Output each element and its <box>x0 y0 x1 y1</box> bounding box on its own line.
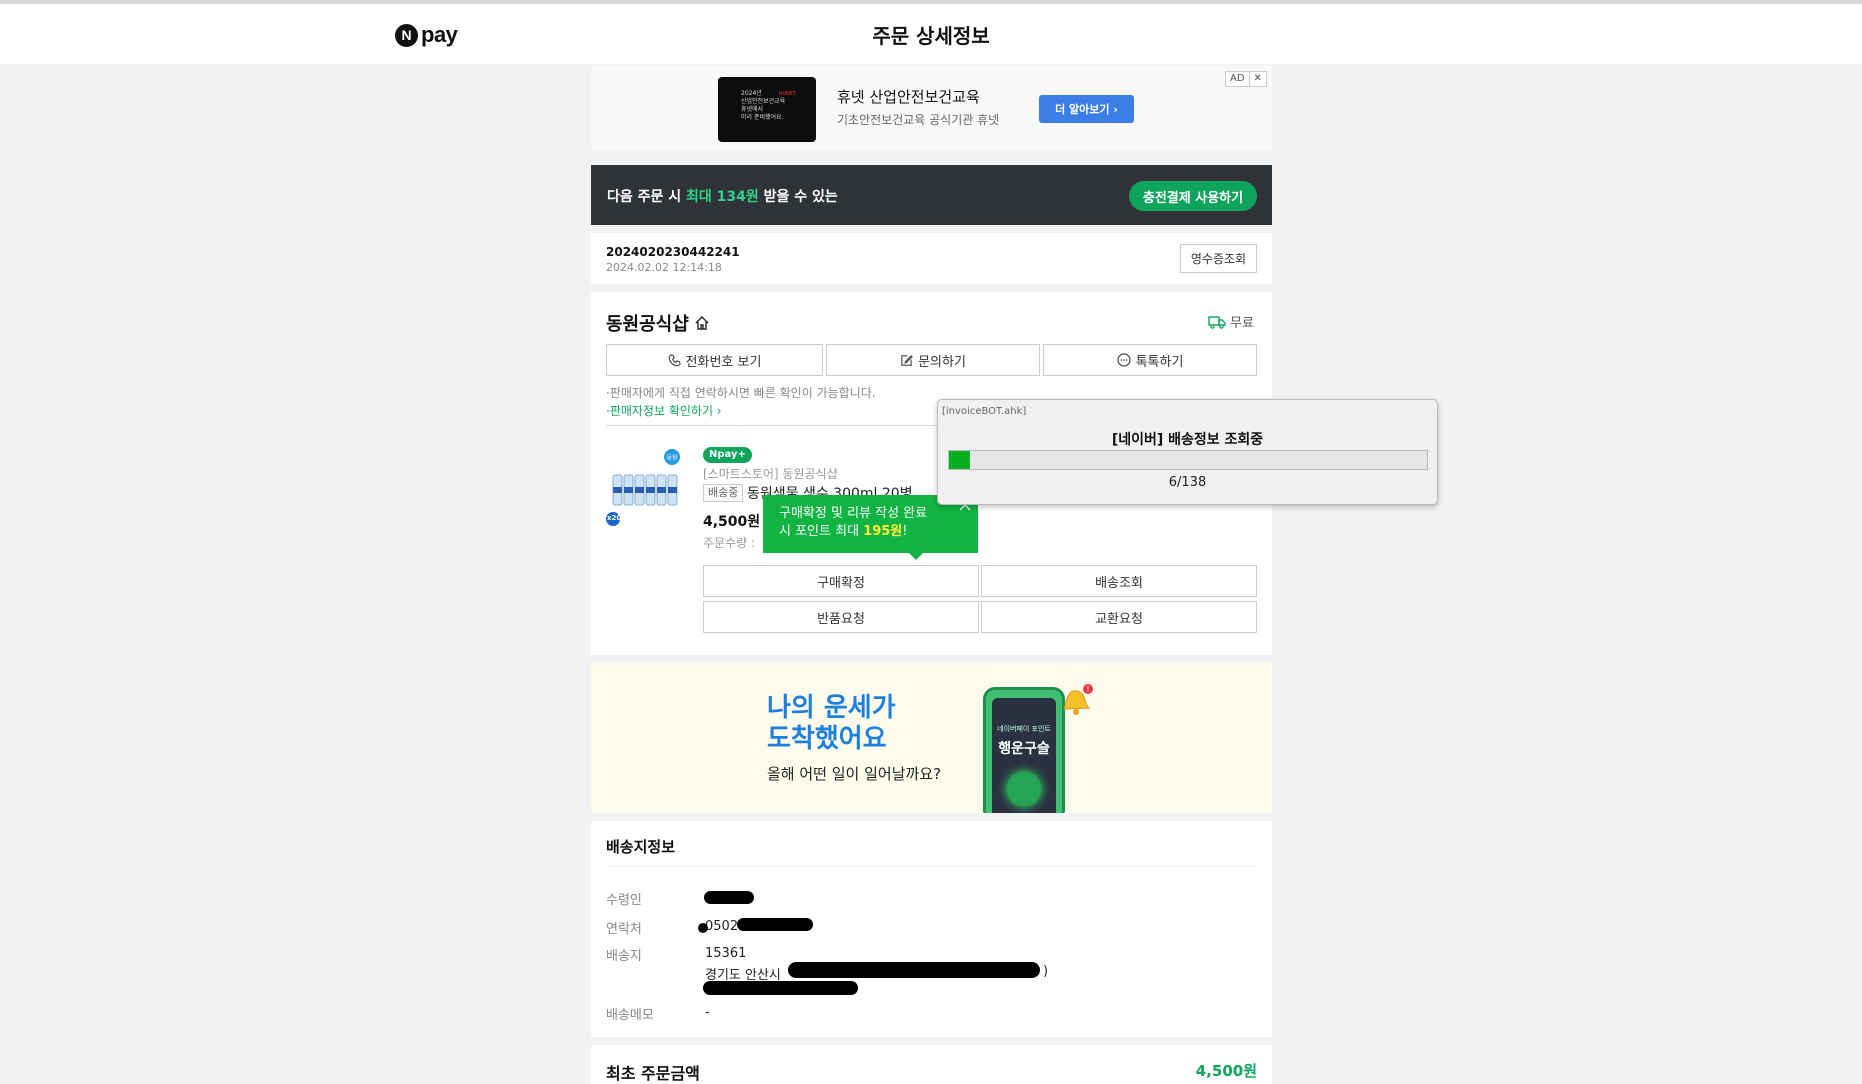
memo-label: 배송메모 <box>606 1008 654 1023</box>
promo-text-after: 받을 수 있는 <box>758 189 838 205</box>
banner-headline: 나의 운세가 도착했어요 <box>767 693 896 755</box>
tooltip-line2-after: ! <box>902 524 908 539</box>
npay-plus-badge: Npay+ <box>703 447 752 463</box>
redacted-mark <box>698 923 708 933</box>
phone-caption: 네이버페이 포인트 <box>997 725 1051 733</box>
chat-icon <box>1116 353 1131 367</box>
ad-learn-more-button[interactable]: 더 알아보기 › <box>1039 95 1134 123</box>
tooltip-line2: 시 포인트 최대 195원! <box>779 523 978 541</box>
ad-close-icon[interactable]: ✕ <box>1248 72 1266 86</box>
ad-thumb-line: 미리 준비했어요. <box>741 114 784 121</box>
confirm-purchase-button[interactable]: 구매확정 <box>703 565 979 597</box>
total-label: 최초 주문금액 <box>606 1064 700 1083</box>
talk-label: 톡톡하기 <box>1135 354 1184 370</box>
phone-label: 연락처 <box>606 922 642 937</box>
inquiry-label: 문의하기 <box>918 354 966 370</box>
redacted-address <box>788 962 1040 978</box>
ad-thumb-line: 산업안전보건교육 <box>741 98 786 105</box>
page-title: 주문 상세정보 <box>872 24 990 48</box>
memo-value: - <box>705 1005 710 1020</box>
phone-number-button[interactable]: 전화번호 보기 <box>606 344 823 376</box>
phone-value: 0502 <box>705 919 739 934</box>
shipping-title: 배송지정보 <box>606 838 676 856</box>
svg-text:동원: 동원 <box>666 454 677 462</box>
shipping-fee: 무료 <box>1208 312 1254 331</box>
popup-window-title: [invoiceBOT.ahk] <box>942 406 1027 417</box>
phone-number-label: 전화번호 보기 <box>685 354 762 370</box>
ad-thumb-line: 휴넷에서 <box>741 106 764 113</box>
seller-info-link[interactable]: ·판매자정보 확인하기 › <box>606 402 722 419</box>
shipping-fee-label: 무료 <box>1230 316 1254 331</box>
zip-code: 15361 <box>705 946 747 961</box>
divider <box>606 866 1257 867</box>
promo-text-before: 다음 주문 시 <box>607 189 687 205</box>
progress-fill <box>949 451 970 469</box>
return-request-button[interactable]: 반품요청 <box>703 601 979 633</box>
phone-icon <box>668 353 681 366</box>
ad-subtitle: 기초안전보건교육 공식기관 휴넷 <box>837 113 1000 127</box>
tooltip-highlight: 195원 <box>863 524 903 539</box>
promo-bar: 다음 주문 시 최대 134원 받을 수 있는 충전결제 사용하기 <box>591 165 1272 225</box>
ad-banner[interactable]: HUNET 2024년 산업안전보건교육 휴넷에서 미리 준비했어요. 휴넷 산… <box>591 66 1272 150</box>
phone-screen: 네이버페이 포인트 행운구슬 <box>992 698 1056 813</box>
phone-illustration: 네이버페이 포인트 행운구슬 <box>983 687 1065 813</box>
invoicebot-popup-window[interactable]: [invoiceBOT.ahk] [네이버] 배송정보 조회중 6/138 <box>937 399 1438 505</box>
order-quantity: 주문수량 : <box>703 536 756 550</box>
address-label: 배송지 <box>606 949 642 964</box>
recipient-label: 수령인 <box>606 893 642 908</box>
ad-badge: AD ✕ <box>1225 71 1267 87</box>
banner-headline-1: 나의 운세가 <box>767 693 896 723</box>
promo-text: 다음 주문 시 최대 134원 받을 수 있는 <box>607 186 838 206</box>
seller-contact-note: ·판매자에게 직접 연락하시면 빠른 확인이 가능합니다. <box>606 386 876 400</box>
redacted-recipient <box>704 891 754 904</box>
progress-bar <box>948 450 1428 470</box>
charge-pay-button[interactable]: 충전결제 사용하기 <box>1129 181 1257 211</box>
redacted-phone <box>737 918 813 931</box>
popup-heading: [네이버] 배송정보 조회중 <box>1111 432 1264 448</box>
svg-text:!: ! <box>1086 685 1089 694</box>
address-suffix: ) <box>1043 964 1049 979</box>
talk-button[interactable]: 톡톡하기 <box>1043 344 1257 376</box>
banner-headline-2: 도착했어요 <box>767 724 887 754</box>
lucky-orb <box>1007 772 1041 806</box>
ad-title[interactable]: 휴넷 산업안전보건교육 <box>837 86 980 107</box>
fortune-banner[interactable]: 나의 운세가 도착했어요 올해 어떤 일이 일어날까요? 네이버페이 포인트 행… <box>591 663 1272 813</box>
order-info: 2024020230442241 2024.02.02 12:14:18 영수증… <box>591 233 1272 284</box>
track-delivery-button[interactable]: 배송조회 <box>981 565 1257 597</box>
receipt-button[interactable]: 영수증조회 <box>1180 244 1257 273</box>
redacted-address-detail <box>703 981 858 995</box>
edit-icon <box>901 354 913 366</box>
bell-icon: ! <box>1063 684 1093 715</box>
progress-count: 6/138 <box>1168 475 1207 490</box>
home-icon <box>695 316 709 330</box>
order-datetime: 2024.02.02 12:14:18 <box>606 261 722 274</box>
ad-thumbnail: HUNET 2024년 산업안전보건교육 휴넷에서 미리 준비했어요. <box>718 77 816 142</box>
npay-plus-label: pay+ <box>717 449 746 460</box>
ad-label: AD <box>1230 73 1245 84</box>
order-number: 2024020230442241 <box>606 245 740 259</box>
tooltip-line2-before: 시 포인트 최대 <box>779 524 864 539</box>
product-price: 4,500원 <box>703 514 761 530</box>
phone-title: 행운구슬 <box>998 741 1050 757</box>
banner-subtitle: 올해 어떤 일이 일어날까요? <box>767 765 942 783</box>
shipping-info-card: 배송지정보 수령인 연락처 0502 배송지 15361 경기도 안산시 ) 배… <box>591 821 1272 1037</box>
truck-icon <box>1208 315 1226 329</box>
status-badge: 배송중 <box>703 484 744 502</box>
promo-highlight: 최대 134원 <box>686 189 759 205</box>
tooltip-line1: 구매확정 및 리뷰 작성 완료 <box>779 506 928 521</box>
total-amount: 4,500원 <box>1195 1062 1257 1080</box>
total-amount-card: 최초 주문금액 4,500원 <box>591 1045 1272 1084</box>
seller-name-link[interactable]: 동원공식샵 <box>606 310 710 336</box>
store-name: [스마트스토어] 동원공식샵 <box>703 467 838 481</box>
product-image[interactable]: 동원 x20 <box>606 449 686 526</box>
seller-name: 동원공식샵 <box>606 314 689 335</box>
header: N pay 주문 상세정보 <box>0 4 1862 64</box>
inquiry-button[interactable]: 문의하기 <box>826 344 1040 376</box>
quantity-badge: x20 <box>607 514 622 522</box>
exchange-request-button[interactable]: 교환요청 <box>981 601 1257 633</box>
